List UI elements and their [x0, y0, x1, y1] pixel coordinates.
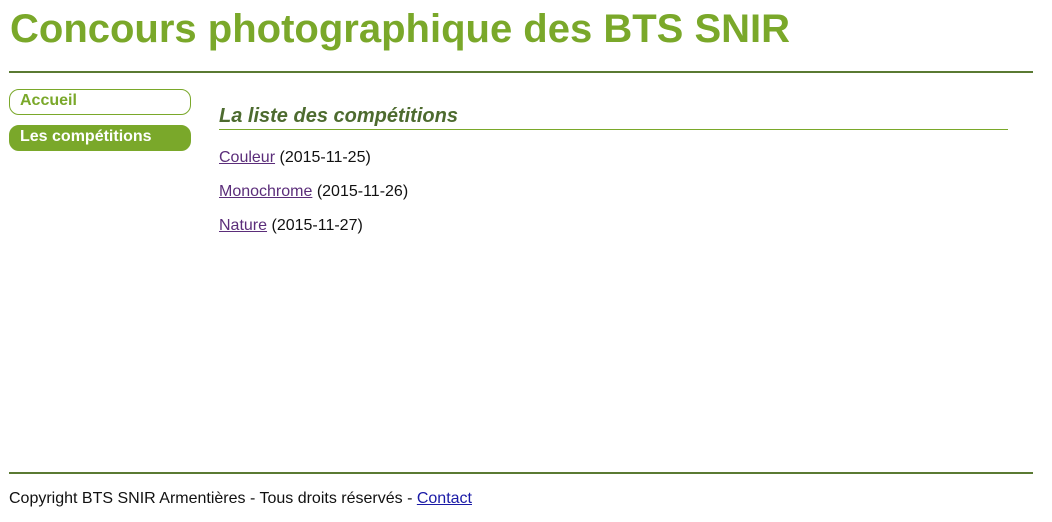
- list-item: Monochrome (2015-11-26): [219, 182, 1008, 202]
- contact-link[interactable]: Contact: [417, 490, 472, 507]
- list-item: Nature (2015-11-27): [219, 216, 1008, 236]
- footer-divider: [9, 472, 1033, 474]
- nav-item-accueil[interactable]: Accueil: [9, 89, 191, 115]
- header-divider: [9, 71, 1033, 73]
- competition-link-couleur[interactable]: Couleur: [219, 149, 275, 166]
- competition-date: (2015-11-25): [279, 149, 371, 166]
- competition-list: Couleur (2015-11-25) Monochrome (2015-11…: [219, 148, 1008, 236]
- copyright-text: Copyright BTS SNIR Armentières - Tous dr…: [9, 490, 417, 507]
- site-title: Concours photographique des BTS SNIR: [10, 7, 791, 51]
- side-nav: Accueil Les compétitions: [9, 89, 191, 161]
- section-title: La liste des compétitions: [219, 103, 1008, 130]
- list-item: Couleur (2015-11-25): [219, 148, 1008, 168]
- main-content: La liste des compétitions Couleur (2015-…: [219, 103, 1008, 250]
- competition-date: (2015-11-26): [316, 183, 409, 200]
- nav-item-competitions[interactable]: Les compétitions: [9, 125, 191, 151]
- competition-date: (2015-11-27): [271, 217, 363, 234]
- footer: Copyright BTS SNIR Armentières - Tous dr…: [9, 489, 472, 509]
- competition-link-nature[interactable]: Nature: [219, 217, 267, 234]
- page: Concours photographique des BTS SNIR Acc…: [0, 0, 1052, 522]
- competition-link-monochrome[interactable]: Monochrome: [219, 183, 312, 200]
